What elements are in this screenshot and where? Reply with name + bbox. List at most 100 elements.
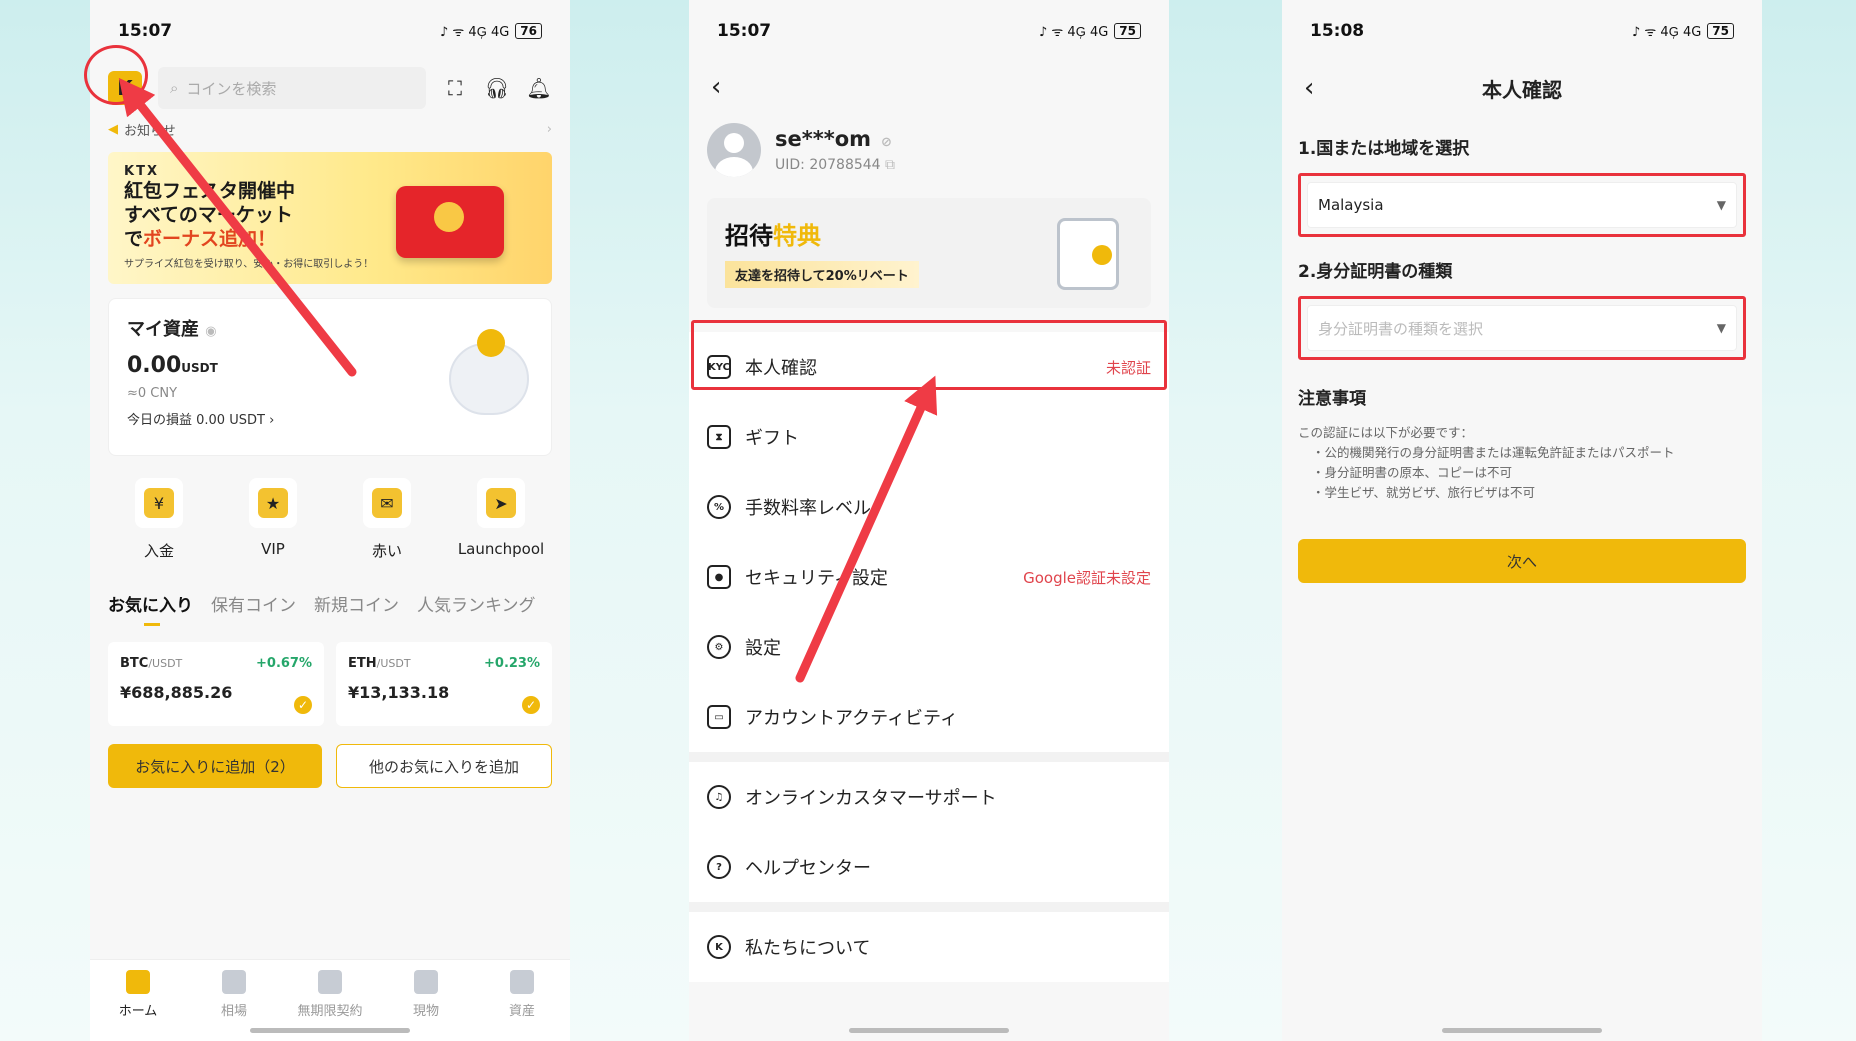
status-bar: 15:08 ♪ ᯤ 4G᷊ 4G 75	[1282, 0, 1762, 62]
avatar	[707, 123, 761, 177]
deposit-icon: ¥	[135, 478, 183, 528]
invite-subtitle: 友達を招待して20%リベート	[725, 261, 919, 288]
monitor-icon: ▭	[707, 705, 731, 729]
tab-new-coins[interactable]: 新規コイン	[314, 591, 399, 616]
logo-highlight-circle	[84, 45, 148, 105]
menu-item-help[interactable]: ? ヘルプセンター	[689, 832, 1169, 902]
gear-icon: ⚙	[707, 635, 731, 659]
menu-item-settings[interactable]: ⚙ 設定	[689, 612, 1169, 682]
country-label: 1.国または地域を選択	[1298, 139, 1470, 159]
eye-icon: ◉	[205, 324, 217, 339]
menu-item-activity[interactable]: ▭ アカウントアクティビティ	[689, 682, 1169, 752]
pair-change: +0.23%	[484, 656, 540, 671]
notice-text: お知らせ	[124, 123, 176, 139]
gift-icon: ⧗	[707, 425, 731, 449]
chevron-right-icon: ›	[546, 121, 552, 137]
home-indicator	[250, 1028, 410, 1033]
next-button[interactable]: 次へ	[1298, 539, 1746, 583]
menu-item-about[interactable]: K 私たちについて	[689, 912, 1169, 982]
lock-icon: ●	[707, 565, 731, 589]
doc-type-label: 2.身分証明書の種類	[1298, 262, 1453, 282]
doc-select-highlight: 身分証明書の種類を選択 ▼	[1298, 296, 1746, 360]
market-tabs: お気に入り 保有コイン 新規コイン 人気ランキング	[90, 591, 570, 626]
banner-brand: KTX	[124, 164, 159, 179]
quick-actions: ¥ 入金 ★ VIP ✉ 赤い ➤ Launchpool	[90, 478, 570, 561]
percent-icon: %	[707, 495, 731, 519]
invite-banner[interactable]: 招待特典 友達を招待して20%リベート	[707, 198, 1151, 308]
promo-banner[interactable]: KTX 紅包フェスタ開催中 すべてのマーケット でボーナス追加！ サプライズ紅包…	[108, 152, 552, 284]
user-name: se***om ⊘	[775, 127, 892, 151]
note-item: ・身分証明書の原本、コピーは不可	[1312, 465, 1513, 480]
nav-home[interactable]: ホーム	[98, 970, 178, 1041]
phone-kyc-form: 15:08 ♪ ᯤ 4G᷊ 4G 75 ‹ 本人確認 1.国または地域を選択 M…	[1282, 0, 1762, 1041]
status-time: 15:08	[1310, 21, 1365, 41]
menu-item-kyc[interactable]: KYC 本人確認 未認証	[689, 332, 1169, 402]
check-icon[interactable]: ✓	[522, 696, 540, 714]
battery-icon: 76	[515, 23, 542, 39]
caret-down-icon: ▼	[1716, 198, 1726, 212]
phone-home-screen: 15:07 ♪ ᯤ 4G᷊ 4G 76 K ⌕ コインを検索 ⛶ 🎧︎ 🔔︎ ◀…	[90, 0, 570, 1041]
user-uid: UID: 20788544 ⧉	[775, 157, 896, 173]
menu-item-security[interactable]: ● セキュリティ設定 Google認証未設定	[689, 542, 1169, 612]
country-select[interactable]: Malaysia ▼	[1307, 182, 1737, 228]
copy-icon: ⧉	[885, 157, 896, 173]
add-favorites-button[interactable]: お気に入りに追加（2）	[108, 744, 322, 788]
menu-item-gift[interactable]: ⧗ ギフト	[689, 402, 1169, 472]
tab-ranking[interactable]: 人気ランキング	[417, 591, 536, 616]
home-indicator	[1442, 1028, 1602, 1033]
status-bar: 15:07 ♪ ᯤ 4G᷊ 4G 76	[90, 0, 570, 62]
search-placeholder: コインを検索	[186, 79, 277, 98]
headset-icon[interactable]: 🎧︎	[484, 76, 510, 100]
hide-icon: ⊘	[881, 135, 892, 150]
chevron-left-icon[interactable]: ‹	[1304, 73, 1314, 103]
launchpool-icon: ➤	[477, 478, 525, 528]
add-other-favorites-button[interactable]: 他のお気に入りを追加	[336, 744, 552, 788]
pair-card-eth[interactable]: ETH/USDT +0.23% ¥13,133.18 ✓	[336, 642, 552, 726]
notice-bar[interactable]: ◀ お知らせ ›	[90, 114, 570, 144]
nav-assets[interactable]: 資産	[482, 970, 562, 1041]
account-menu: KYC 本人確認 未認証 ⧗ ギフト % 手数料率レベル ● セキュリティ設定 …	[689, 332, 1169, 982]
headset-icon: ♫	[707, 785, 731, 809]
back-button[interactable]: ‹	[689, 62, 1169, 112]
quick-deposit[interactable]: ¥ 入金	[111, 478, 207, 561]
pair-price: ¥688,885.26	[120, 683, 233, 702]
top-bar: K ⌕ コインを検索 ⛶ 🎧︎ 🔔︎	[90, 62, 570, 114]
tab-favorites[interactable]: お気に入り	[108, 591, 193, 626]
swap-icon	[414, 970, 438, 994]
notes-title: 注意事項	[1298, 389, 1366, 409]
check-icon[interactable]: ✓	[294, 696, 312, 714]
caret-down-icon: ▼	[1716, 321, 1726, 335]
status-icons: ♪ ᯤ 4G᷊ 4G	[1632, 25, 1702, 40]
profile-header[interactable]: se***om ⊘ UID: 20788544 ⧉	[689, 112, 1169, 188]
pair-card-btc[interactable]: BTC/USDT +0.67% ¥688,885.26 ✓	[108, 642, 324, 726]
bell-icon[interactable]: 🔔︎	[526, 76, 552, 100]
scan-icon[interactable]: ⛶	[442, 76, 468, 100]
gift-box-image	[1057, 218, 1119, 290]
kyc-status: 未認証	[1105, 358, 1151, 377]
note-item: ・学生ビザ、就労ビザ、旅行ビザは不可	[1312, 485, 1536, 500]
doc-type-select[interactable]: 身分証明書の種類を選択 ▼	[1307, 305, 1737, 351]
tab-holdings[interactable]: 保有コイン	[211, 591, 296, 616]
wallet-icon	[510, 970, 534, 994]
asset-card[interactable]: マイ資産 ◉ 0.00USDT ≈0 CNY 今日の損益 0.00 USDT ›	[108, 298, 552, 456]
search-icon: ⌕	[170, 79, 179, 97]
status-time: 15:07	[118, 21, 173, 41]
status-icons: ♪ ᯤ 4G᷊ 4G	[1039, 25, 1109, 40]
quick-red-packet[interactable]: ✉ 赤い	[339, 478, 435, 561]
page-header: ‹ 本人確認	[1282, 62, 1762, 114]
chevron-left-icon: ‹	[711, 72, 722, 102]
home-indicator	[849, 1028, 1009, 1033]
megaphone-icon: ◀	[108, 121, 118, 137]
menu-item-support[interactable]: ♫ オンラインカスタマーサポート	[689, 762, 1169, 832]
search-input[interactable]: ⌕ コインを検索	[158, 67, 426, 109]
menu-item-fee-level[interactable]: % 手数料率レベル	[689, 472, 1169, 542]
futures-icon	[318, 970, 342, 994]
notes-list: この認証には以下が必要です： ・公的機関発行の身分証明書または運転免許証またはパ…	[1298, 423, 1746, 503]
kyc-icon: KYC	[707, 355, 731, 379]
pair-price: ¥13,133.18	[348, 683, 450, 702]
bottom-nav: ホーム 相場 無期限契約 現物 資産	[90, 959, 570, 1041]
red-packet-icon: ✉	[363, 478, 411, 528]
quick-vip[interactable]: ★ VIP	[225, 478, 321, 561]
quick-launchpool[interactable]: ➤ Launchpool	[453, 478, 549, 561]
note-item: ・公的機関発行の身分証明書または運転免許証またはパスポート	[1312, 445, 1675, 460]
